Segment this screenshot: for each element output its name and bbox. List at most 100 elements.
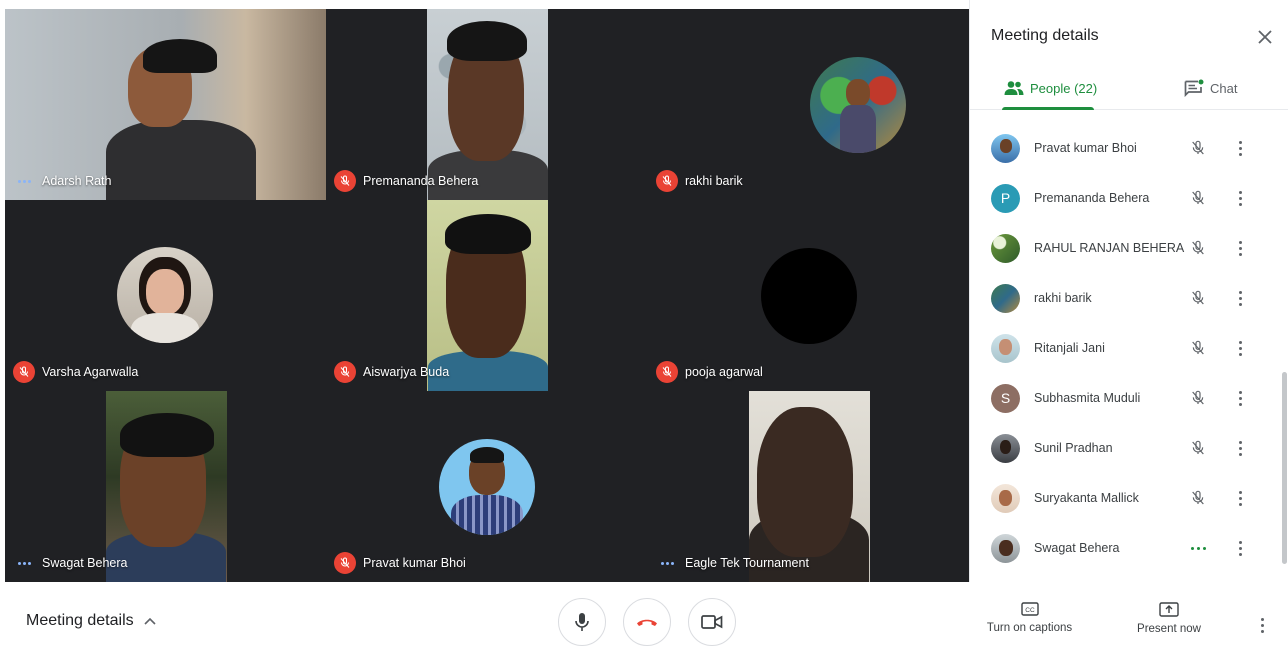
tab-people[interactable]: People (22) bbox=[1004, 66, 1097, 110]
close-panel-button[interactable] bbox=[1254, 26, 1276, 48]
more-options-button[interactable] bbox=[1230, 336, 1250, 360]
participant-name: pooja agarwal bbox=[685, 365, 763, 379]
more-options-button[interactable] bbox=[1254, 612, 1270, 634]
list-item[interactable]: Pravat kumar Bhoi bbox=[970, 123, 1280, 173]
video-grid: Adarsh Rath Premananda Behera rakhi bari… bbox=[5, 9, 969, 582]
muted-mic-icon bbox=[656, 361, 678, 383]
muted-mic-icon bbox=[1186, 236, 1210, 260]
list-item[interactable]: Suryakanta Mallick bbox=[970, 473, 1280, 523]
video-tile[interactable]: Eagle Tek Tournament bbox=[648, 391, 969, 582]
list-item[interactable]: rakhi barik bbox=[970, 273, 1280, 323]
avatar-initial: S bbox=[1000, 390, 1011, 406]
participant-name-plate: Adarsh Rath bbox=[13, 170, 111, 192]
muted-mic-icon bbox=[1186, 436, 1210, 460]
video-tile[interactable]: Adarsh Rath bbox=[5, 9, 326, 200]
more-options-button[interactable] bbox=[1230, 286, 1250, 310]
people-list: Pravat kumar Bhoi P Premananda Behera RA… bbox=[970, 123, 1280, 573]
speaking-indicator-icon bbox=[13, 170, 35, 192]
more-options-button[interactable] bbox=[1230, 386, 1250, 410]
person-shape bbox=[445, 214, 531, 254]
person-shape bbox=[143, 39, 217, 73]
person-name: Subhasmita Muduli bbox=[1034, 391, 1141, 405]
video-tile[interactable]: Premananda Behera bbox=[326, 9, 648, 200]
list-item[interactable]: Swagat Behera bbox=[970, 523, 1280, 573]
participant-name-plate: Pravat kumar Bhoi bbox=[334, 552, 466, 574]
muted-mic-icon bbox=[1186, 486, 1210, 510]
person-name: Swagat Behera bbox=[1034, 541, 1120, 555]
avatar bbox=[991, 433, 1020, 463]
muted-mic-icon bbox=[334, 552, 356, 574]
panel-scrollbar[interactable] bbox=[1282, 372, 1287, 564]
video-tile[interactable]: Pravat kumar Bhoi bbox=[326, 391, 648, 582]
tab-chat-label: Chat bbox=[1210, 80, 1238, 96]
people-icon bbox=[1004, 81, 1024, 95]
participant-name: Pravat kumar Bhoi bbox=[363, 556, 466, 570]
list-item[interactable]: Sunil Pradhan bbox=[970, 423, 1280, 473]
meeting-details-label: Meeting details bbox=[26, 612, 134, 629]
video-tile[interactable]: Swagat Behera bbox=[5, 391, 326, 582]
captions-label: Turn on captions bbox=[986, 622, 1073, 634]
participant-name-plate: Varsha Agarwalla bbox=[13, 361, 138, 383]
avatar bbox=[991, 283, 1020, 313]
muted-mic-icon bbox=[1186, 386, 1210, 410]
muted-mic-icon bbox=[1186, 186, 1210, 210]
list-item[interactable]: Ritanjali Jani bbox=[970, 323, 1280, 373]
captions-button[interactable]: CC Turn on captions bbox=[982, 602, 1077, 634]
more-options-button[interactable] bbox=[1230, 136, 1250, 160]
participant-name-plate: rakhi barik bbox=[656, 170, 743, 192]
bottom-control-bar: Meeting details CC Turn on captions Pres… bbox=[0, 582, 1288, 653]
person-shape bbox=[105, 120, 256, 200]
more-options-button[interactable] bbox=[1230, 236, 1250, 260]
chat-icon bbox=[1184, 79, 1204, 97]
person-name: rakhi barik bbox=[1034, 291, 1092, 305]
participant-name: Swagat Behera bbox=[42, 556, 128, 570]
present-screen-icon bbox=[1159, 602, 1179, 617]
close-icon bbox=[1258, 30, 1272, 44]
muted-mic-icon bbox=[13, 361, 35, 383]
person-name: Ritanjali Jani bbox=[1034, 341, 1105, 355]
microphone-icon bbox=[575, 613, 589, 631]
speaking-indicator-icon bbox=[13, 552, 35, 574]
more-options-button[interactable] bbox=[1230, 486, 1250, 510]
more-options-button[interactable] bbox=[1230, 436, 1250, 460]
list-item[interactable]: S Subhasmita Muduli bbox=[970, 373, 1280, 423]
end-call-button[interactable] bbox=[623, 598, 671, 646]
muted-mic-icon bbox=[334, 361, 356, 383]
list-item[interactable]: P Premananda Behera bbox=[970, 173, 1280, 223]
participant-name-plate: pooja agarwal bbox=[656, 361, 763, 383]
meet-app: Adarsh Rath Premananda Behera rakhi bari… bbox=[0, 0, 1288, 653]
camera-button[interactable] bbox=[688, 598, 736, 646]
participant-name-plate: Aiswarjya Buda bbox=[334, 361, 449, 383]
microphone-button[interactable] bbox=[558, 598, 606, 646]
panel-title: Meeting details bbox=[991, 27, 1099, 44]
participant-name: Adarsh Rath bbox=[42, 174, 112, 188]
phone-hangup-icon bbox=[637, 619, 657, 626]
video-tile[interactable]: Aiswarjya Buda bbox=[326, 200, 648, 391]
speaking-indicator-icon bbox=[1186, 536, 1210, 560]
avatar bbox=[991, 333, 1020, 363]
avatar bbox=[991, 483, 1020, 513]
video-tile[interactable]: Varsha Agarwalla bbox=[5, 200, 326, 391]
avatar bbox=[991, 233, 1020, 263]
participant-name-plate: Eagle Tek Tournament bbox=[656, 552, 809, 574]
muted-mic-icon bbox=[1186, 336, 1210, 360]
more-options-button[interactable] bbox=[1230, 186, 1250, 210]
more-options-button[interactable] bbox=[1230, 536, 1250, 560]
person-name: RAHUL RANJAN BEHERA bbox=[1034, 241, 1185, 255]
video-tile[interactable]: rakhi barik bbox=[648, 9, 969, 200]
svg-text:CC: CC bbox=[1025, 607, 1035, 614]
meeting-details-button[interactable]: Meeting details bbox=[26, 612, 156, 630]
participant-avatar bbox=[810, 57, 906, 153]
video-tile[interactable]: pooja agarwal bbox=[648, 200, 969, 391]
participant-name: rakhi barik bbox=[685, 174, 743, 188]
participant-name-plate: Premananda Behera bbox=[334, 170, 478, 192]
muted-mic-icon bbox=[656, 170, 678, 192]
participant-avatar bbox=[117, 247, 213, 343]
tab-people-label: People (22) bbox=[1030, 80, 1098, 96]
list-item[interactable]: RAHUL RANJAN BEHERA bbox=[970, 223, 1280, 273]
avatar: P bbox=[991, 183, 1020, 213]
tab-chat[interactable]: Chat bbox=[1184, 66, 1237, 110]
meeting-details-panel: Meeting details People (22) Chat Pravat … bbox=[969, 0, 1288, 582]
present-now-button[interactable]: Present now bbox=[1130, 602, 1208, 635]
participant-name-plate: Swagat Behera bbox=[13, 552, 127, 574]
